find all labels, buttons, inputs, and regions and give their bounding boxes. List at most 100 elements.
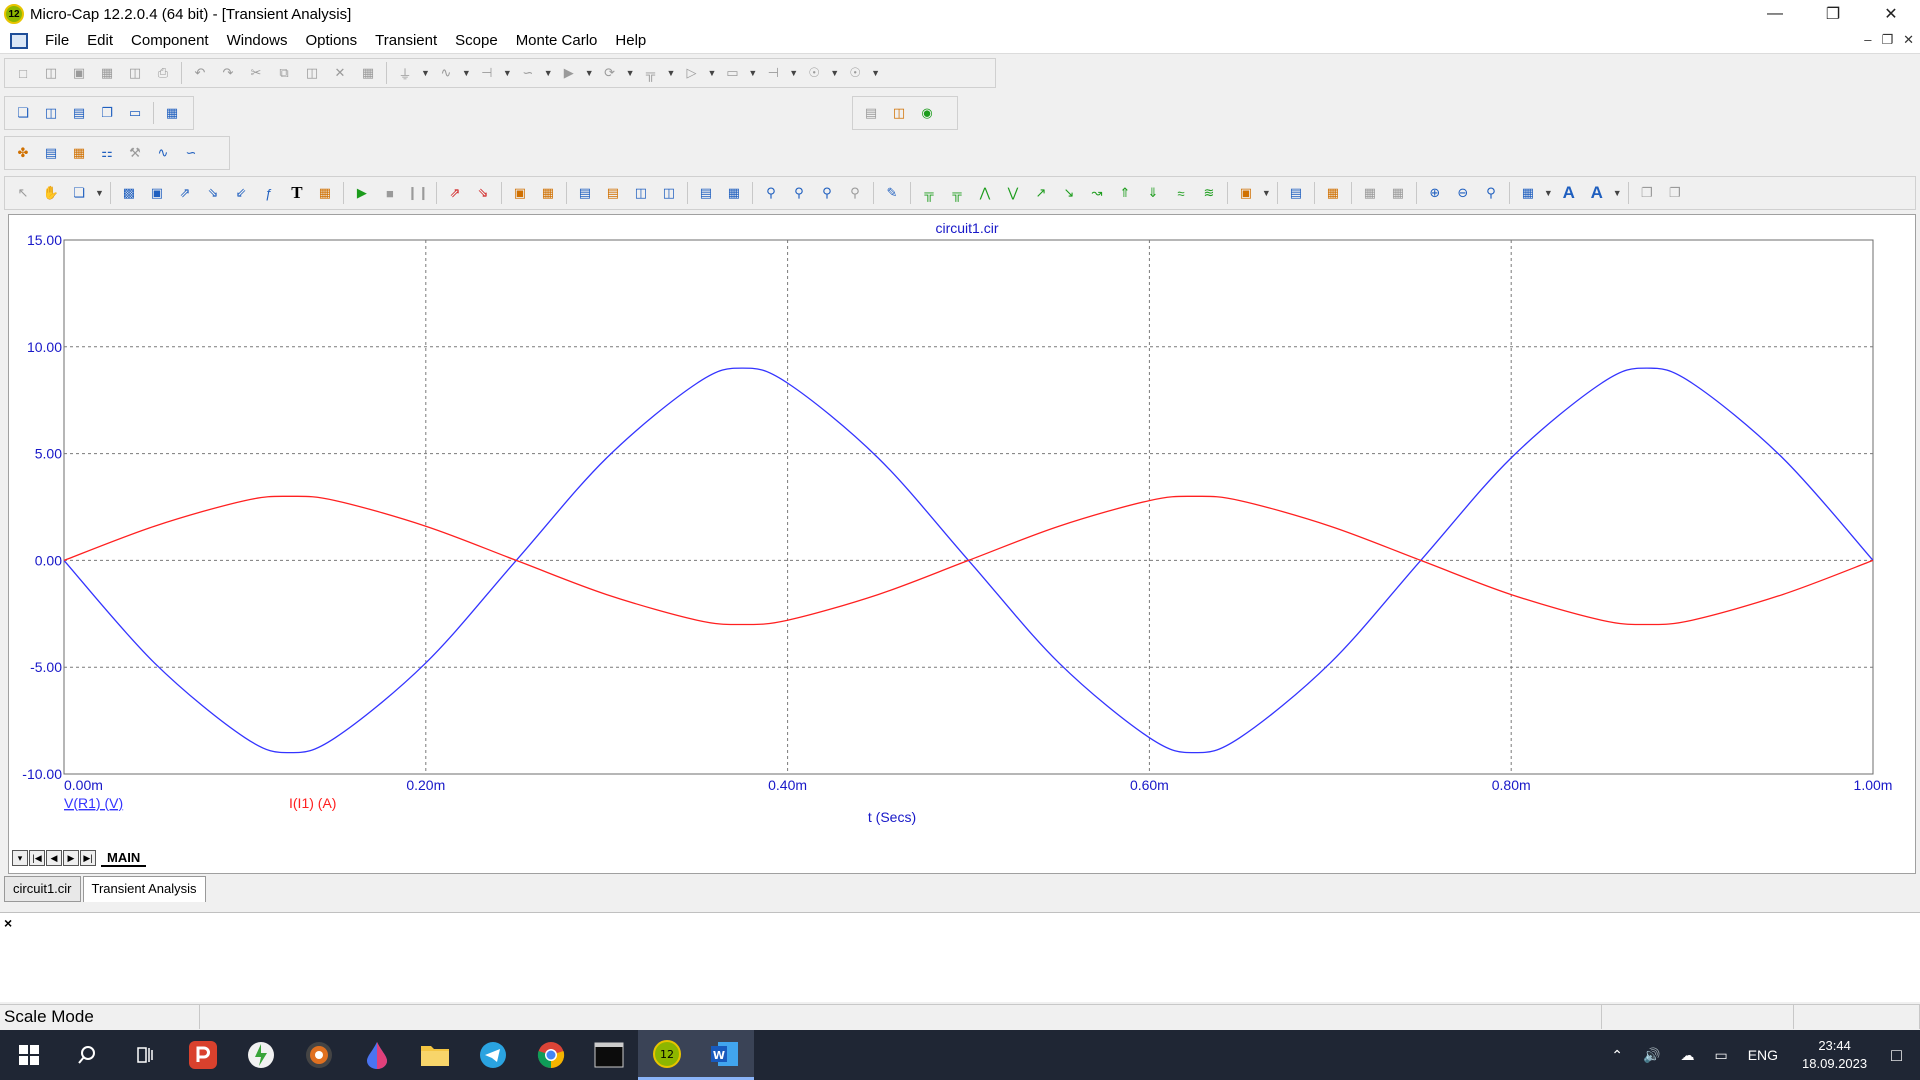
menu-scope[interactable]: Scope [446,32,507,49]
close-icon[interactable]: ✕ [1862,0,1920,28]
windows-start-icon[interactable] [0,1030,58,1080]
horizontal-tag-icon[interactable]: ⇘ [202,182,224,204]
cursor-global-low-icon[interactable]: ⇓ [1142,182,1164,204]
redo-icon[interactable]: ↷ [217,62,239,84]
inductor-icon[interactable]: ∽ [517,62,539,84]
mosfet-icon[interactable]: ╦ [640,62,662,84]
restore-icon[interactable]: ❐ [1804,0,1862,28]
delete-curve-icon[interactable]: ⇘ [472,182,494,204]
file-explorer-icon[interactable] [406,1030,464,1080]
text-mode-icon[interactable]: T [286,182,308,204]
page-menu-icon[interactable]: ▾ [12,850,28,866]
language-indicator[interactable]: ENG [1748,1047,1778,1063]
font-size-dropdown-icon[interactable]: ▼ [1613,188,1622,198]
media-player-icon[interactable] [290,1030,348,1080]
new-file-icon[interactable]: □ [12,62,34,84]
transistor-icon[interactable]: ⟳ [599,62,621,84]
shape-editor-icon[interactable]: ▤ [40,142,62,164]
page-tab-main[interactable]: MAIN [101,850,147,867]
model-editor-icon[interactable]: ⚏ [96,142,118,164]
output-close-icon[interactable]: × [4,915,12,931]
cursor-slope-icon[interactable]: ≈ [1170,182,1192,204]
first-page-icon[interactable]: |◀ [29,850,45,866]
doc-tab-circuit[interactable]: circuit1.cir [4,876,81,902]
ground-dropdown-icon[interactable]: ▼ [421,68,430,78]
quad-split-icon[interactable]: ▦ [723,182,745,204]
cursor-multi-icon[interactable]: ≋ [1198,182,1220,204]
prev-page-icon[interactable]: ◀ [46,850,62,866]
undo-icon[interactable]: ↶ [189,62,211,84]
send-back-icon[interactable]: ❐ [1664,182,1686,204]
paste-icon[interactable]: ◫ [301,62,323,84]
horizontal-split-icon[interactable]: ▤ [695,182,717,204]
properties-icon[interactable]: ✎ [881,182,903,204]
tray-chevron-icon[interactable]: ⌃ [1611,1047,1623,1064]
cursor-next-valley-icon[interactable]: ╦ [946,182,968,204]
last-page-icon[interactable]: ▶| [80,850,96,866]
cursor-global-high-icon[interactable]: ⇑ [1114,182,1136,204]
calculator-icon[interactable]: ▦ [161,102,183,124]
mosfet-dropdown-icon[interactable]: ▼ [667,68,676,78]
zoom-auto-icon[interactable]: ⚲ [816,182,838,204]
mdi-close-icon[interactable]: ✕ [1903,32,1914,48]
fit-width-icon[interactable]: ▦ [1359,182,1381,204]
component-mode-dropdown-icon[interactable]: ▼ [95,188,104,198]
layout-grid-dropdown-icon[interactable]: ▼ [1544,188,1553,198]
transistor-dropdown-icon[interactable]: ▼ [626,68,635,78]
volume-icon[interactable]: 🔊 [1643,1047,1660,1064]
bring-front-icon[interactable]: ❐ [1636,182,1658,204]
resistor-dropdown-icon[interactable]: ▼ [462,68,471,78]
analysis-plot-icon[interactable]: ∿ [152,142,174,164]
capacitor-dropdown-icon[interactable]: ▼ [503,68,512,78]
print-icon[interactable]: ⎙ [152,62,174,84]
task-view-icon[interactable] [116,1030,174,1080]
package-editor-icon[interactable]: ▦ [68,142,90,164]
menu-edit[interactable]: Edit [78,32,122,49]
cursor-mode-icon[interactable]: ▣ [146,182,168,204]
telegram-icon[interactable] [464,1030,522,1080]
battery-icon[interactable]: ▭ [1714,1047,1727,1064]
terminal-icon[interactable] [580,1030,638,1080]
onedrive-cloud-icon[interactable]: ☁ [1680,1047,1694,1064]
stack-plot-icon[interactable]: ▤ [574,182,596,204]
chrome-icon[interactable] [522,1030,580,1080]
resistor-icon[interactable]: ∿ [435,62,457,84]
cursor-inflection-icon[interactable]: ↝ [1086,182,1108,204]
cursor-high-icon[interactable]: ↗ [1030,182,1052,204]
clock[interactable]: 23:44 18.09.2023 [1802,1037,1867,1073]
point-tag-icon[interactable]: ⇗ [174,182,196,204]
diode-dropdown-icon[interactable]: ▼ [585,68,594,78]
delete-icon[interactable]: ✕ [329,62,351,84]
calendar-icon[interactable]: ▦ [1322,182,1344,204]
cursor-low-icon[interactable]: ↘ [1058,182,1080,204]
zoom-fit-icon[interactable]: ⚲ [760,182,782,204]
stop-icon[interactable]: ■ [379,182,401,204]
font-size-icon[interactable]: A [1586,182,1608,204]
menu-options[interactable]: Options [296,32,366,49]
cursor-peak-icon[interactable]: ⋀ [974,182,996,204]
run-icon[interactable]: ▶ [351,182,373,204]
tile-vertical-icon[interactable]: ◫ [40,102,62,124]
performance-tag-icon[interactable]: ƒ [258,182,280,204]
cursor-next-peak-icon[interactable]: ╦ [918,182,940,204]
cut-icon[interactable]: ✂ [245,62,267,84]
current-source-dropdown-icon[interactable]: ▼ [871,68,880,78]
column-plot-icon[interactable]: ◫ [630,182,652,204]
current-source-icon[interactable]: ☉ [844,62,866,84]
tile-horizontal-icon[interactable]: ▤ [68,102,90,124]
plot-window[interactable]: 15.00 10.00 5.00 0.00 -5.00 -10.00 0.00m 0.20m 0… [8,214,1916,874]
notification-icon[interactable]: □ [1891,1045,1902,1066]
clipboard-icon[interactable]: ▣ [1235,182,1257,204]
select-all-icon[interactable]: ▦ [357,62,379,84]
analysis-limits-icon[interactable]: ∽ [180,142,202,164]
minimize-icon[interactable]: — [1746,0,1804,28]
help-search-icon[interactable]: ◫ [888,102,910,124]
doc-tab-transient[interactable]: Transient Analysis [82,876,206,902]
zoom-region-icon[interactable]: ⚲ [788,182,810,204]
green-app-icon[interactable] [232,1030,290,1080]
mdi-minimize-icon[interactable]: – [1864,32,1871,48]
menu-file[interactable]: File [36,32,78,49]
menu-transient[interactable]: Transient [366,32,446,49]
microcap-taskbar-icon[interactable]: 12 [638,1030,696,1080]
opamp-icon[interactable]: ▷ [680,62,702,84]
